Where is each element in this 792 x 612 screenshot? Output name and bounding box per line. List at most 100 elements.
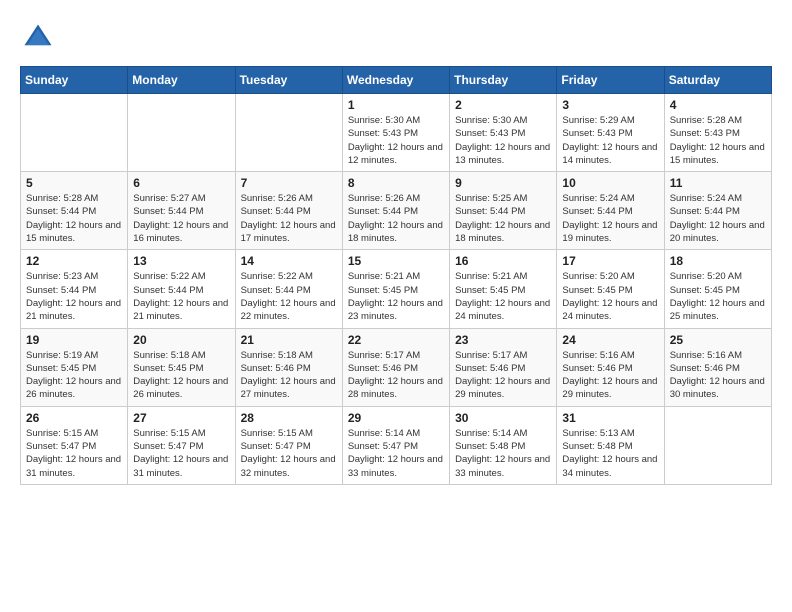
day-info: Sunrise: 5:23 AM Sunset: 5:44 PM Dayligh… <box>26 270 122 323</box>
calendar-week-row: 19 Sunrise: 5:19 AM Sunset: 5:45 PM Dayli… <box>21 328 772 406</box>
day-info: Sunrise: 5:22 AM Sunset: 5:44 PM Dayligh… <box>241 270 337 323</box>
day-header: Sunday <box>21 67 128 94</box>
calendar-cell: 31 Sunrise: 5:13 AM Sunset: 5:48 PM Dayli… <box>557 406 664 484</box>
day-number: 8 <box>348 176 444 190</box>
calendar-cell: 5Sunrise: 5:28 AM Sunset: 5:44 PM Daylig… <box>21 172 128 250</box>
calendar-cell: 16 Sunrise: 5:21 AM Sunset: 5:45 PM Dayli… <box>450 250 557 328</box>
calendar-cell: 14 Sunrise: 5:22 AM Sunset: 5:44 PM Dayli… <box>235 250 342 328</box>
day-number: 24 <box>562 333 658 347</box>
day-number: 28 <box>241 411 337 425</box>
calendar-cell: 26 Sunrise: 5:15 AM Sunset: 5:47 PM Dayli… <box>21 406 128 484</box>
day-info: Sunrise: 5:26 AM Sunset: 5:44 PM Dayligh… <box>241 192 337 245</box>
logo-icon <box>20 20 56 56</box>
day-number: 15 <box>348 254 444 268</box>
calendar-cell: 18Sunrise: 5:20 AM Sunset: 5:45 PM Dayli… <box>664 250 771 328</box>
day-header: Tuesday <box>235 67 342 94</box>
day-header: Friday <box>557 67 664 94</box>
day-info: Sunrise: 5:25 AM Sunset: 5:44 PM Dayligh… <box>455 192 551 245</box>
day-info: Sunrise: 5:17 AM Sunset: 5:46 PM Dayligh… <box>455 349 551 402</box>
calendar-cell: 7 Sunrise: 5:26 AM Sunset: 5:44 PM Daylig… <box>235 172 342 250</box>
logo <box>20 20 62 56</box>
day-number: 23 <box>455 333 551 347</box>
day-number: 27 <box>133 411 229 425</box>
calendar-cell: 28Sunrise: 5:15 AM Sunset: 5:47 PM Dayli… <box>235 406 342 484</box>
calendar-week-row: 26 Sunrise: 5:15 AM Sunset: 5:47 PM Dayli… <box>21 406 772 484</box>
calendar-cell: 25 Sunrise: 5:16 AM Sunset: 5:46 PM Dayli… <box>664 328 771 406</box>
calendar-cell: 3 Sunrise: 5:29 AM Sunset: 5:43 PM Daylig… <box>557 94 664 172</box>
day-info: Sunrise: 5:27 AM Sunset: 5:44 PM Dayligh… <box>133 192 229 245</box>
day-number: 4 <box>670 98 766 112</box>
day-number: 16 <box>455 254 551 268</box>
day-number: 17 <box>562 254 658 268</box>
calendar-cell: 23 Sunrise: 5:17 AM Sunset: 5:46 PM Dayli… <box>450 328 557 406</box>
page-header <box>20 20 772 56</box>
day-number: 5 <box>26 176 122 190</box>
day-header: Thursday <box>450 67 557 94</box>
day-info: Sunrise: 5:20 AM Sunset: 5:45 PM Dayligh… <box>670 270 766 323</box>
day-number: 20 <box>133 333 229 347</box>
calendar-cell: 6 Sunrise: 5:27 AM Sunset: 5:44 PM Daylig… <box>128 172 235 250</box>
calendar-cell: 10 Sunrise: 5:24 AM Sunset: 5:44 PM Dayli… <box>557 172 664 250</box>
day-info: Sunrise: 5:14 AM Sunset: 5:48 PM Dayligh… <box>455 427 551 480</box>
day-number: 22 <box>348 333 444 347</box>
day-info: Sunrise: 5:19 AM Sunset: 5:45 PM Dayligh… <box>26 349 122 402</box>
day-info: Sunrise: 5:30 AM Sunset: 5:43 PM Dayligh… <box>455 114 551 167</box>
day-number: 25 <box>670 333 766 347</box>
calendar-week-row: 5Sunrise: 5:28 AM Sunset: 5:44 PM Daylig… <box>21 172 772 250</box>
day-info: Sunrise: 5:15 AM Sunset: 5:47 PM Dayligh… <box>133 427 229 480</box>
calendar-cell: 19 Sunrise: 5:19 AM Sunset: 5:45 PM Dayli… <box>21 328 128 406</box>
day-number: 19 <box>26 333 122 347</box>
day-number: 7 <box>241 176 337 190</box>
day-info: Sunrise: 5:18 AM Sunset: 5:45 PM Dayligh… <box>133 349 229 402</box>
calendar-cell <box>128 94 235 172</box>
day-number: 6 <box>133 176 229 190</box>
day-number: 14 <box>241 254 337 268</box>
calendar-cell: 9 Sunrise: 5:25 AM Sunset: 5:44 PM Daylig… <box>450 172 557 250</box>
calendar-week-row: 12 Sunrise: 5:23 AM Sunset: 5:44 PM Dayli… <box>21 250 772 328</box>
calendar-cell: 8 Sunrise: 5:26 AM Sunset: 5:44 PM Daylig… <box>342 172 449 250</box>
day-number: 10 <box>562 176 658 190</box>
day-info: Sunrise: 5:16 AM Sunset: 5:46 PM Dayligh… <box>670 349 766 402</box>
day-number: 21 <box>241 333 337 347</box>
day-info: Sunrise: 5:29 AM Sunset: 5:43 PM Dayligh… <box>562 114 658 167</box>
calendar-cell: 30Sunrise: 5:14 AM Sunset: 5:48 PM Dayli… <box>450 406 557 484</box>
calendar-cell <box>664 406 771 484</box>
calendar-cell <box>21 94 128 172</box>
day-number: 26 <box>26 411 122 425</box>
day-info: Sunrise: 5:24 AM Sunset: 5:44 PM Dayligh… <box>562 192 658 245</box>
calendar-cell: 27 Sunrise: 5:15 AM Sunset: 5:47 PM Dayli… <box>128 406 235 484</box>
day-number: 31 <box>562 411 658 425</box>
calendar-cell: 4 Sunrise: 5:28 AM Sunset: 5:43 PM Daylig… <box>664 94 771 172</box>
day-number: 12 <box>26 254 122 268</box>
day-info: Sunrise: 5:30 AM Sunset: 5:43 PM Dayligh… <box>348 114 444 167</box>
day-info: Sunrise: 5:20 AM Sunset: 5:45 PM Dayligh… <box>562 270 658 323</box>
calendar-cell: 13Sunrise: 5:22 AM Sunset: 5:44 PM Dayli… <box>128 250 235 328</box>
calendar-cell: 22 Sunrise: 5:17 AM Sunset: 5:46 PM Dayli… <box>342 328 449 406</box>
day-info: Sunrise: 5:22 AM Sunset: 5:44 PM Dayligh… <box>133 270 229 323</box>
day-number: 29 <box>348 411 444 425</box>
calendar-cell: 29 Sunrise: 5:14 AM Sunset: 5:47 PM Dayli… <box>342 406 449 484</box>
day-info: Sunrise: 5:28 AM Sunset: 5:43 PM Dayligh… <box>670 114 766 167</box>
day-info: Sunrise: 5:24 AM Sunset: 5:44 PM Dayligh… <box>670 192 766 245</box>
day-header: Monday <box>128 67 235 94</box>
day-number: 3 <box>562 98 658 112</box>
calendar-cell: 20 Sunrise: 5:18 AM Sunset: 5:45 PM Dayli… <box>128 328 235 406</box>
calendar-table: SundayMondayTuesdayWednesdayThursdayFrid… <box>20 66 772 485</box>
day-info: Sunrise: 5:15 AM Sunset: 5:47 PM Dayligh… <box>26 427 122 480</box>
calendar-cell: 12 Sunrise: 5:23 AM Sunset: 5:44 PM Dayli… <box>21 250 128 328</box>
day-info: Sunrise: 5:13 AM Sunset: 5:48 PM Dayligh… <box>562 427 658 480</box>
day-info: Sunrise: 5:17 AM Sunset: 5:46 PM Dayligh… <box>348 349 444 402</box>
calendar-header-row: SundayMondayTuesdayWednesdayThursdayFrid… <box>21 67 772 94</box>
day-number: 9 <box>455 176 551 190</box>
calendar-cell: 17 Sunrise: 5:20 AM Sunset: 5:45 PM Dayli… <box>557 250 664 328</box>
calendar-cell: 1 Sunrise: 5:30 AM Sunset: 5:43 PM Daylig… <box>342 94 449 172</box>
calendar-week-row: 1 Sunrise: 5:30 AM Sunset: 5:43 PM Daylig… <box>21 94 772 172</box>
day-header: Saturday <box>664 67 771 94</box>
day-info: Sunrise: 5:18 AM Sunset: 5:46 PM Dayligh… <box>241 349 337 402</box>
calendar-cell: 24Sunrise: 5:16 AM Sunset: 5:46 PM Dayli… <box>557 328 664 406</box>
day-info: Sunrise: 5:14 AM Sunset: 5:47 PM Dayligh… <box>348 427 444 480</box>
day-number: 1 <box>348 98 444 112</box>
day-info: Sunrise: 5:26 AM Sunset: 5:44 PM Dayligh… <box>348 192 444 245</box>
day-info: Sunrise: 5:21 AM Sunset: 5:45 PM Dayligh… <box>348 270 444 323</box>
day-info: Sunrise: 5:21 AM Sunset: 5:45 PM Dayligh… <box>455 270 551 323</box>
